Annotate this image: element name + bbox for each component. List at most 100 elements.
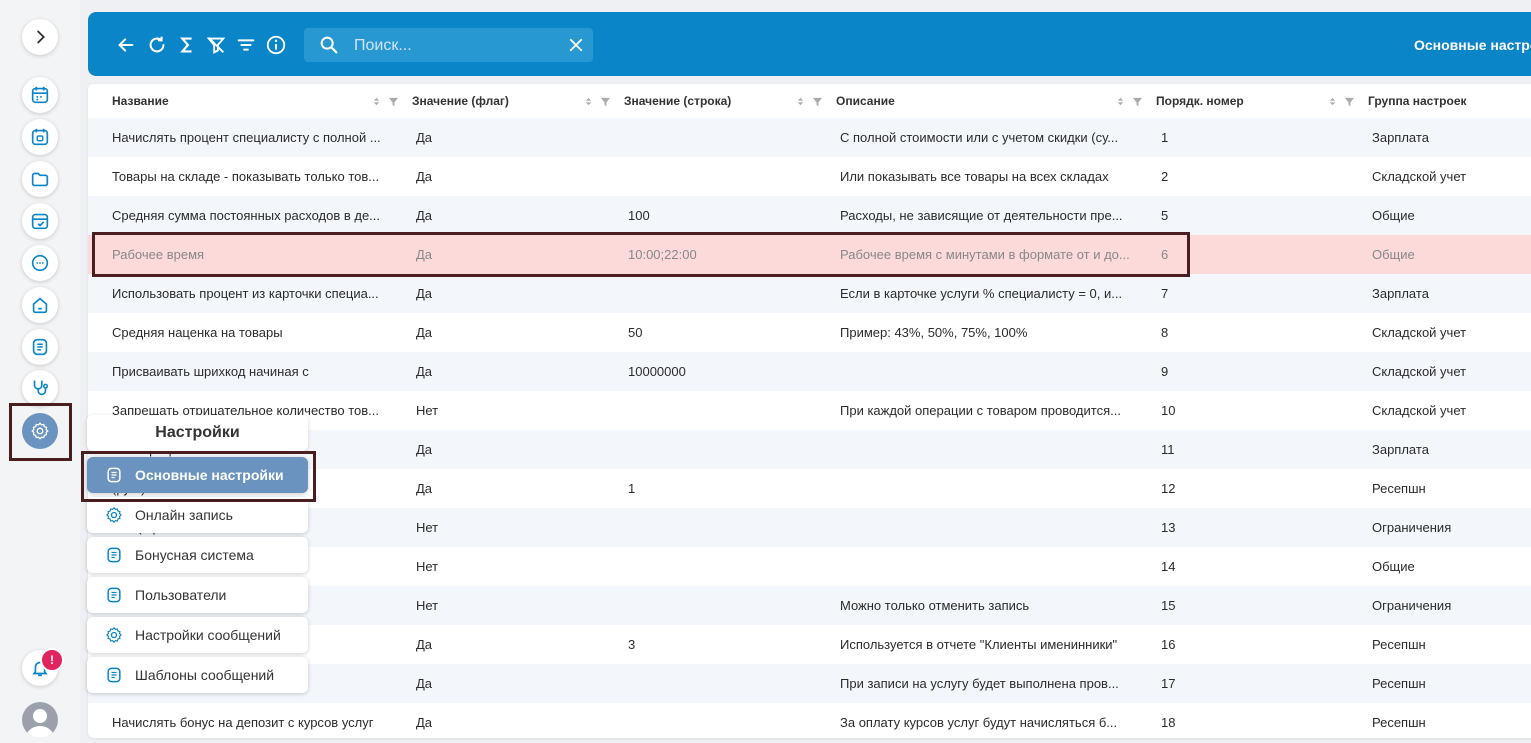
cell-string (628, 118, 828, 157)
sidebar-item-folder[interactable] (22, 161, 58, 197)
menu-item-label: Настройки сообщений (135, 627, 281, 643)
sort-icon[interactable] (583, 96, 594, 107)
cell-string: 100 (628, 208, 650, 223)
cell-description: Используется в отчете "Клиенты именинник… (840, 637, 1118, 652)
cell-order: 15 (1161, 598, 1176, 613)
table-row[interactable]: Начислять процент специалисту с полной .… (88, 118, 1531, 157)
cell-string: 3 (628, 637, 636, 652)
sidebar-item-home[interactable] (22, 287, 58, 323)
filter-button[interactable] (235, 34, 257, 56)
sum-button[interactable] (176, 34, 198, 56)
column-tools[interactable] (1115, 95, 1143, 107)
table-row[interactable]: Средняя наценка на товары Да 50 Пример: 43%… (88, 313, 1531, 352)
sort-icon[interactable] (1327, 96, 1338, 107)
cell-flag: Да (416, 637, 433, 652)
back-button[interactable] (115, 34, 137, 56)
cell-description: С полной стоимости или с учетом скидки (… (840, 130, 1119, 145)
column-header-flag[interactable]: Значение (флаг) (412, 84, 509, 118)
refresh-button[interactable] (146, 34, 168, 56)
menu-item-label: Пользователи (135, 587, 227, 603)
cell-group: Ресепшн (1372, 715, 1426, 730)
cell-group: Складской учет (1372, 364, 1467, 379)
menu-item[interactable]: Настройки сообщений (87, 617, 308, 653)
expand-sidebar-button[interactable] (22, 19, 58, 55)
cell-description: Можно только отменить запись (840, 598, 1030, 613)
document-icon (104, 585, 124, 605)
sigma-icon (180, 37, 192, 53)
cell-order: 6 (1161, 247, 1169, 262)
gear-icon (104, 625, 124, 645)
sidebar-item-medical[interactable] (22, 370, 58, 406)
table-row[interactable]: Присваивать шрихкод начиная с Да 10000000 9… (88, 352, 1531, 391)
cell-string: 50 (628, 325, 643, 340)
cell-description (840, 547, 1145, 586)
cell-description: Пример: 43%, 50%, 75%, 100% (840, 325, 1028, 340)
refresh-icon (149, 36, 165, 53)
search-box (304, 28, 593, 64)
info-button[interactable] (265, 34, 287, 56)
table-row[interactable]: Начислять бонус на депозит с курсов услу… (88, 703, 1531, 738)
chevron-right-icon (37, 30, 45, 44)
column-header-name[interactable]: Название (112, 84, 169, 118)
table-row[interactable]: Использовать процент из карточки специа.… (88, 274, 1531, 313)
cell-description: Расходы, не зависящие от деятельности пр… (840, 208, 1123, 223)
column-header-string[interactable]: Значение (строка) (624, 84, 731, 118)
arrow-left-icon (118, 38, 134, 52)
cell-order: 8 (1161, 325, 1169, 340)
menu-item-label: Шаблоны сообщений (135, 667, 275, 683)
filter-icon[interactable] (1344, 96, 1355, 107)
sort-icon[interactable] (795, 96, 806, 107)
cell-description (840, 352, 1145, 391)
cell-flag: Да (416, 208, 433, 223)
menu-item[interactable]: Бонусная система (87, 537, 308, 573)
column-tools[interactable] (795, 95, 823, 107)
menu-item[interactable]: Шаблоны сообщений (87, 657, 308, 693)
column-header-description[interactable]: Описание (836, 84, 895, 118)
close-icon[interactable] (567, 36, 585, 54)
table-row[interactable]: Средняя сумма постоянных расходов в де..… (88, 196, 1531, 235)
sidebar-item-calendar[interactable] (22, 77, 58, 113)
cell-description: При каждой операции с товаром проводится… (840, 403, 1121, 418)
sidebar-item-chat[interactable] (22, 245, 58, 281)
cell-group: Ресепшн (1372, 637, 1426, 652)
filter-icon[interactable] (600, 96, 611, 107)
home-icon (32, 297, 48, 314)
cell-name: Присваивать шрихкод начиная с (112, 364, 309, 379)
table-row[interactable]: Товары на складе - показывать только тов… (88, 157, 1531, 196)
sort-icon[interactable] (371, 96, 382, 107)
menu-item[interactable]: Онлайн запись (87, 497, 308, 533)
avatar[interactable] (22, 702, 58, 738)
filter-icon[interactable] (1132, 96, 1143, 107)
cell-order: 16 (1161, 637, 1176, 652)
sort-icon[interactable] (1115, 96, 1126, 107)
sidebar-item-documents[interactable] (22, 329, 58, 365)
cell-name: Начислять бонус на депозит с курсов услу… (112, 715, 374, 730)
column-tools[interactable] (583, 95, 611, 107)
cell-string: 10000000 (628, 364, 686, 379)
search-icon (320, 36, 338, 54)
cell-string (628, 391, 828, 430)
sidebar-item-schedule[interactable] (22, 119, 58, 155)
cell-order: 2 (1161, 169, 1169, 184)
column-header-order[interactable]: Порядк. номер (1156, 84, 1244, 118)
cell-description: За оплату курсов услуг будут начисляться… (840, 715, 1118, 730)
search-input[interactable] (352, 28, 556, 64)
menu-item-highlight (81, 451, 316, 502)
column-header-group[interactable]: Группа настроек (1368, 84, 1467, 118)
cell-group: Ресепшн (1372, 676, 1426, 691)
cell-order: 1 (1161, 130, 1169, 145)
cell-description (840, 430, 1145, 469)
column-tools[interactable] (371, 95, 399, 107)
cell-group: Ограничения (1372, 598, 1452, 613)
cell-order: 13 (1161, 520, 1176, 535)
clear-filter-button[interactable] (205, 34, 227, 56)
cell-group: Складской учет (1372, 403, 1467, 418)
sidebar-item-tasks[interactable] (22, 203, 58, 239)
filter-icon[interactable] (812, 96, 823, 107)
filter-icon[interactable] (388, 96, 399, 107)
cell-group: Складской учет (1372, 169, 1467, 184)
folder-icon (31, 172, 49, 187)
column-tools[interactable] (1327, 95, 1355, 107)
cell-description (840, 469, 1145, 508)
menu-item[interactable]: Пользователи (87, 577, 308, 613)
